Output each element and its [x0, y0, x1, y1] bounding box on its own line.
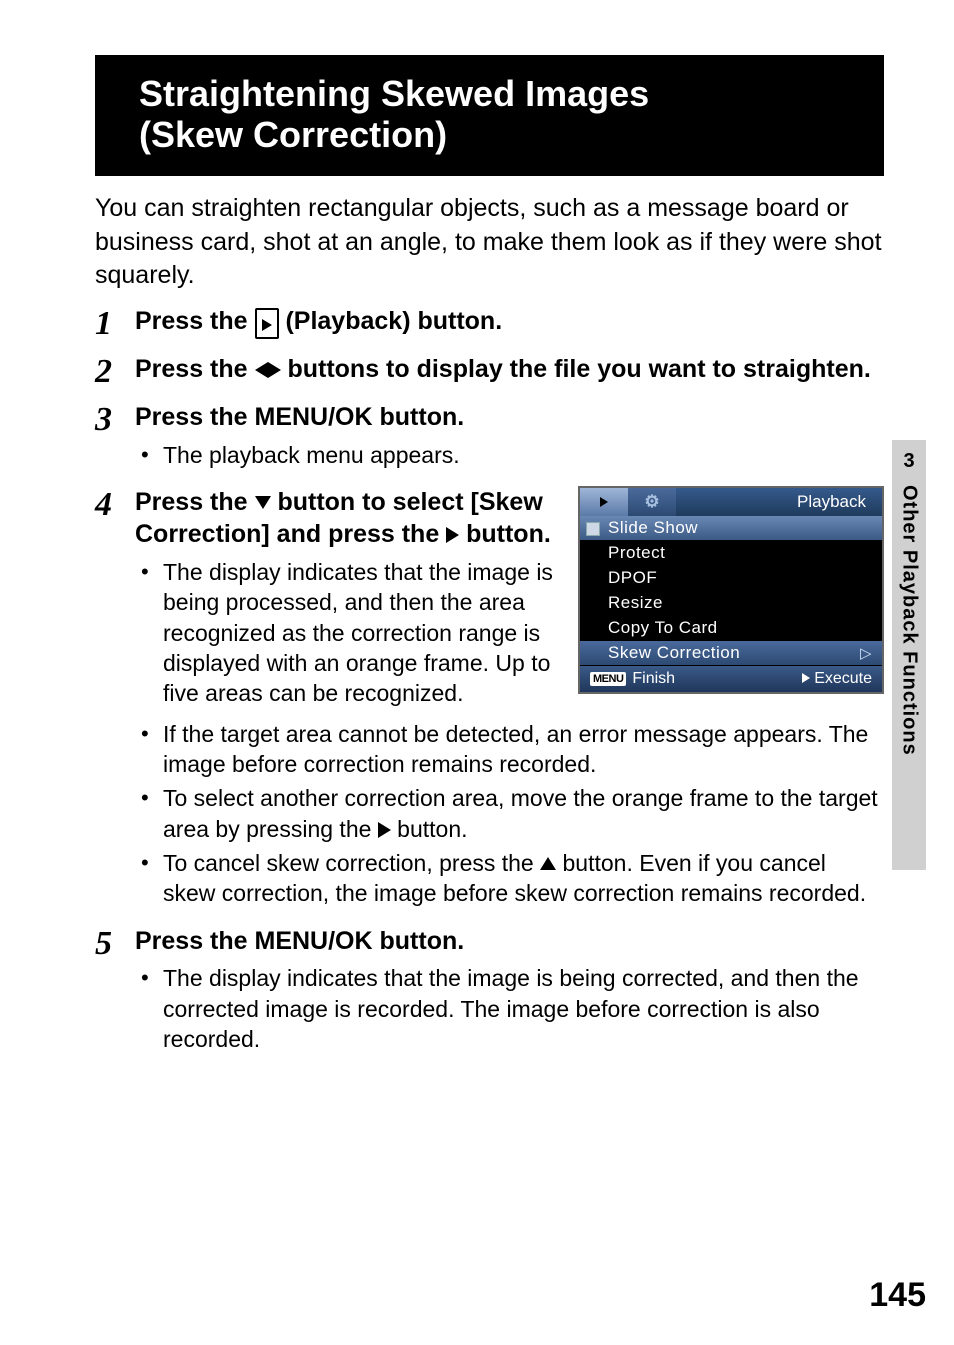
step-number: 3 [95, 401, 135, 474]
menu-badge: MENU [590, 672, 626, 686]
lcd-tab-setup-icon: ⚙ [628, 488, 676, 516]
right-arrow-icon [802, 673, 810, 683]
lcd-tab-playback-icon [580, 488, 628, 516]
down-arrow-icon [255, 496, 271, 509]
lcd-finish-label: Finish [632, 670, 675, 688]
chapter-number: 3 [903, 450, 914, 473]
step-2: 2 Press the buttons to display the file … [95, 353, 884, 389]
step-title: Press the button to select [Skew Correct… [135, 486, 560, 551]
right-arrow-icon [268, 362, 281, 378]
step-bullet: To cancel skew correction, press the but… [163, 848, 884, 909]
manual-page: Straightening Skewed Images (Skew Correc… [0, 0, 954, 1345]
lcd-menu-item: DPOF [580, 566, 882, 591]
right-arrow-icon [446, 527, 459, 543]
lcd-menu-item-selected: Skew Correction▷ [580, 641, 882, 666]
chapter-label: Other Playback Functions [898, 485, 921, 756]
step-title: Press the MENU/OK button. [135, 925, 884, 958]
step-number: 4 [95, 486, 135, 913]
step-5: 5 Press the MENU/OK button. The display … [95, 925, 884, 1059]
chapter-side-tab: 3 Other Playback Functions [892, 440, 926, 870]
step-number: 1 [95, 305, 135, 341]
title-line-1: Straightening Skewed Images [139, 73, 649, 114]
step-title: Press the (Playback) button. [135, 305, 884, 339]
step-bullet: The display indicates that the image is … [163, 963, 884, 1054]
lcd-execute-label: Execute [802, 670, 872, 688]
step-bullet: The display indicates that the image is … [163, 557, 560, 709]
step-number: 2 [95, 353, 135, 389]
lcd-tab-bar: ⚙ Playback [580, 488, 882, 516]
section-header: Straightening Skewed Images (Skew Correc… [115, 55, 884, 176]
step-4: 4 Press the button to select [Skew Corre… [95, 486, 884, 913]
playback-icon [255, 308, 279, 339]
camera-menu-screenshot: ⚙ Playback Slide Show Protect DPOF Resiz… [578, 486, 884, 694]
up-arrow-icon [540, 857, 556, 870]
left-arrow-icon [255, 362, 268, 378]
right-arrow-icon [378, 822, 391, 838]
step-number: 5 [95, 925, 135, 1059]
lcd-menu-item: Protect [580, 541, 882, 566]
lcd-menu-item: Slide Show [580, 516, 882, 541]
step-title: Press the buttons to display the file yo… [135, 353, 884, 386]
chevron-right-icon: ▷ [860, 644, 872, 662]
step-bullet: To select another correction area, move … [163, 783, 884, 844]
section-title: Straightening Skewed Images (Skew Correc… [139, 73, 860, 156]
intro-paragraph: You can straighten rectangular objects, … [95, 192, 884, 293]
step-bullet: The playback menu appears. [163, 440, 884, 470]
step-title: Press the MENU/OK button. [135, 401, 884, 434]
step-3: 3 Press the MENU/OK button. The playback… [95, 401, 884, 474]
step-bullet: If the target area cannot be detected, a… [163, 719, 884, 780]
lcd-menu-list: Slide Show Protect DPOF Resize Copy To C… [580, 516, 882, 666]
lcd-mode-label: Playback [797, 492, 882, 512]
title-line-2: (Skew Correction) [139, 114, 447, 155]
lcd-menu-item: Copy To Card [580, 616, 882, 641]
page-number: 145 [869, 1276, 926, 1315]
step-1: 1 Press the (Playback) button. [95, 305, 884, 341]
steps-list: 1 Press the (Playback) button. 2 Press t… [95, 305, 884, 1058]
lcd-menu-item: Resize [580, 591, 882, 616]
lcd-footer: MENU Finish Execute [580, 666, 882, 692]
